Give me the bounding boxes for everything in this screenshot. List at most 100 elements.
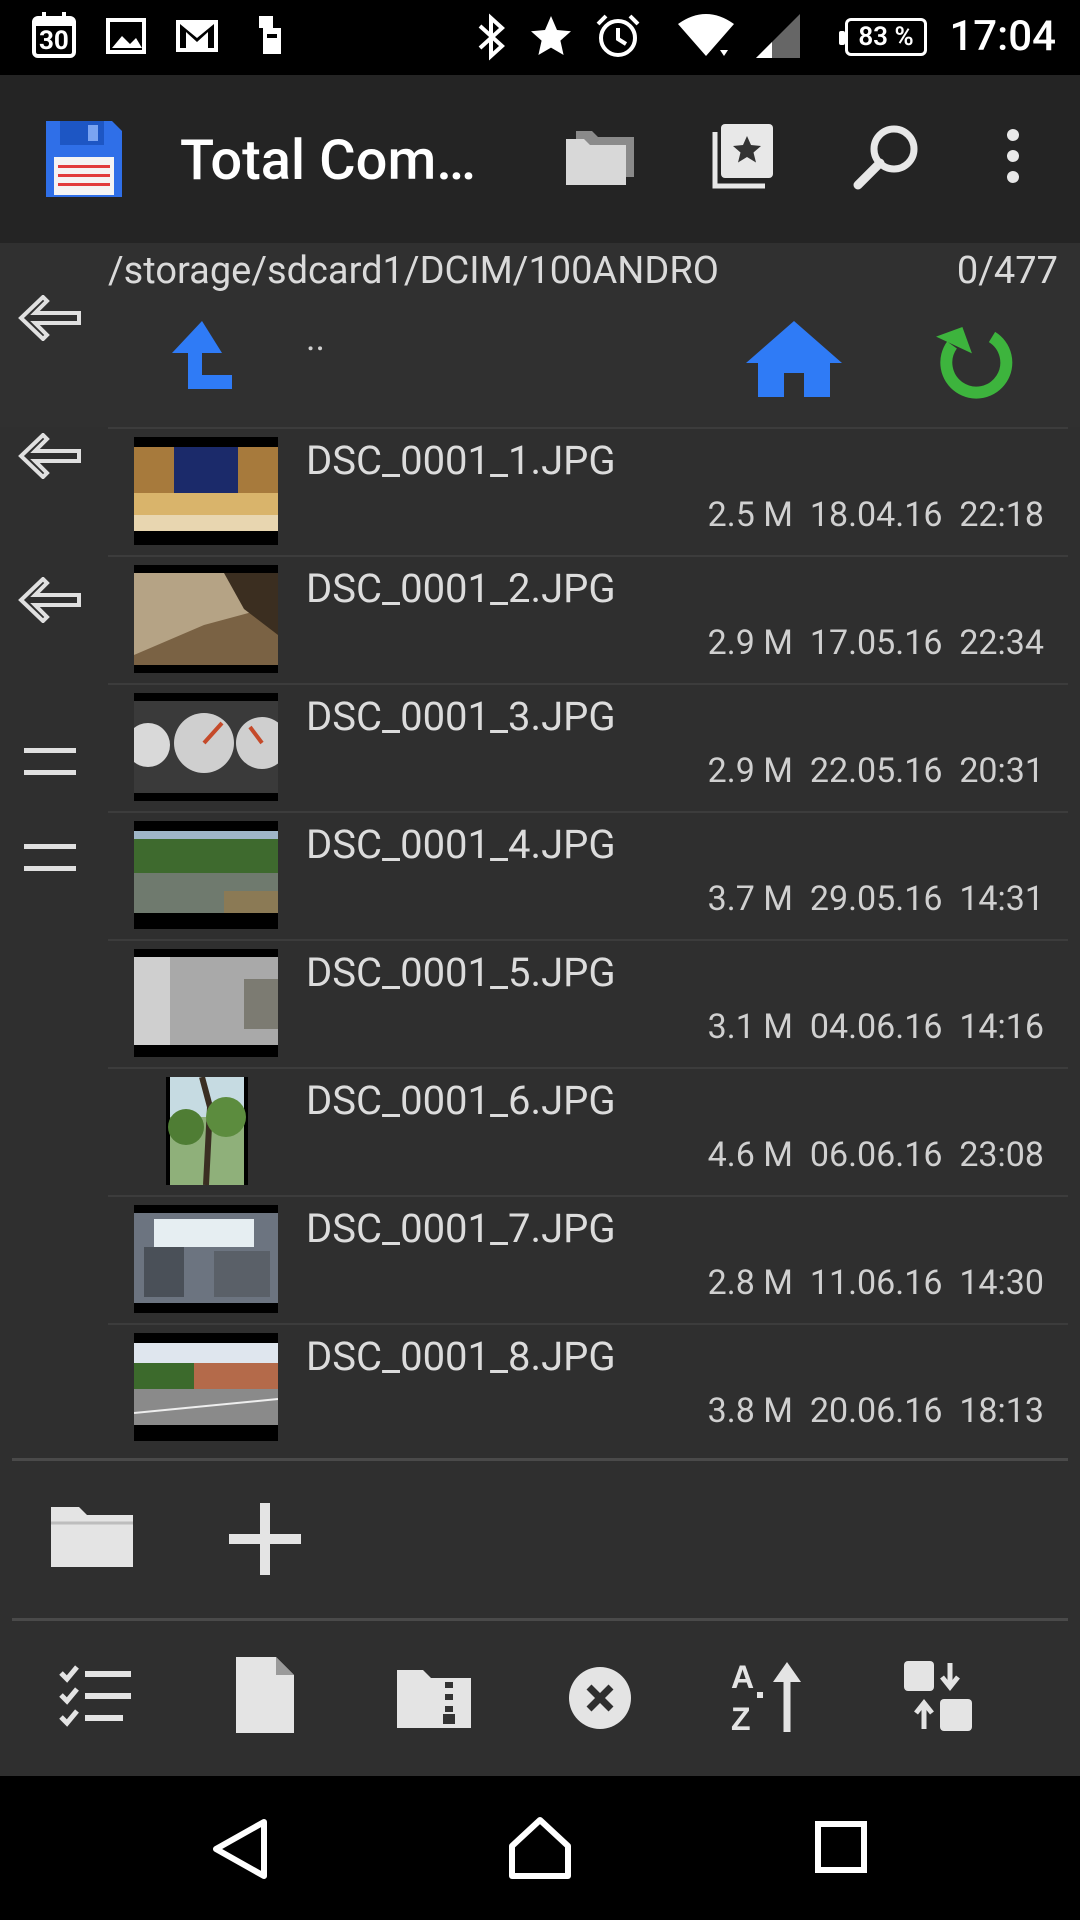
file-date: 22.05.16 (809, 751, 943, 791)
file-date: 29.05.16 (809, 879, 943, 919)
file-row[interactable]: DSC_0001_8.JPG 3.8 M 20.06.16 18:13 (108, 1323, 1068, 1451)
file-name: DSC_0001_6.JPG (306, 1077, 616, 1124)
more-vert-icon (1003, 129, 1023, 187)
zip-icon (395, 1666, 473, 1734)
bookmarks-button[interactable] (697, 113, 787, 203)
file-time: 22:34 (959, 623, 1044, 663)
file-row[interactable]: DSC_0001_5.JPG 3.1 M 04.06.16 14:16 (108, 939, 1068, 1067)
more-options-button[interactable] (968, 113, 1058, 203)
back-triangle-icon (210, 1819, 270, 1884)
home-outline-icon (508, 1817, 572, 1884)
file-row[interactable]: DSC_0001_1.JPG 2.5 M 18.04.16 22:18 (108, 427, 1068, 555)
star-icon (527, 12, 575, 64)
clock: 17:04 (949, 12, 1056, 61)
swap-panels-button[interactable] (896, 1656, 980, 1740)
sort-button[interactable]: A Z (726, 1656, 810, 1740)
file-size: 2.9 M (707, 623, 793, 663)
file-thumbnail (166, 1077, 248, 1185)
current-path[interactable]: /storage/sdcard1/DCIM/100ANDRO (108, 249, 719, 293)
svg-text:Z: Z (731, 1701, 751, 1734)
calendar-icon: 30 (32, 12, 76, 62)
back-arrow-button-3[interactable] (0, 572, 100, 632)
file-time: 14:31 (959, 879, 1044, 919)
refresh-icon (934, 327, 1016, 403)
file-size: 4.6 M (707, 1135, 793, 1175)
file-thumbnail (134, 821, 278, 929)
file-thumbnail (134, 437, 278, 545)
file-thumbnail (134, 1333, 278, 1441)
parent-folder-label[interactable]: .. (306, 317, 325, 359)
new-file-button[interactable] (224, 1654, 304, 1740)
file-name: DSC_0001_4.JPG (306, 821, 616, 868)
file-thumbnail (134, 565, 278, 673)
file-size: 3.1 M (707, 1007, 793, 1047)
file-date: 20.06.16 (809, 1391, 943, 1431)
new-folder-button[interactable] (44, 1496, 140, 1576)
file-date: 11.06.16 (809, 1263, 943, 1303)
file-name: DSC_0001_1.JPG (306, 437, 616, 484)
recents-nav-button[interactable] (814, 1820, 868, 1878)
file-time: 18:13 (959, 1391, 1044, 1431)
file-time: 22:18 (959, 495, 1044, 535)
file-time: 20:31 (959, 751, 1044, 791)
file-meta: 3.1 M 04.06.16 14:16 (708, 1007, 1044, 1047)
back-arrow-icon (17, 576, 83, 627)
file-date: 04.06.16 (809, 1007, 943, 1047)
sort-icon: A Z (729, 1658, 807, 1738)
zip-button[interactable] (392, 1660, 476, 1740)
add-button[interactable] (220, 1496, 310, 1586)
app-logo-icon[interactable] (42, 117, 126, 205)
delete-button[interactable] (560, 1660, 640, 1740)
file-time: 23:08 (959, 1135, 1044, 1175)
plus-icon (227, 1501, 303, 1581)
back-arrow-icon (17, 432, 83, 483)
file-meta: 2.9 M 22.05.16 20:31 (708, 751, 1044, 791)
refresh-button[interactable] (934, 317, 1016, 403)
search-icon (852, 121, 922, 195)
file-name: DSC_0001_5.JPG (306, 949, 616, 996)
file-row[interactable]: DSC_0001_7.JPG 2.8 M 11.06.16 14:30 (108, 1195, 1068, 1323)
back-nav-button[interactable] (210, 1818, 270, 1884)
folder-icon (49, 1499, 135, 1573)
search-button[interactable] (842, 113, 932, 203)
file-time: 14:16 (959, 1007, 1044, 1047)
alarm-icon (594, 12, 642, 64)
drag-handle-icon (22, 742, 78, 786)
drag-handle-1[interactable] (0, 734, 100, 794)
file-thumbnail (134, 693, 278, 801)
file-name: DSC_0001_2.JPG (306, 565, 616, 612)
drag-handle-2[interactable] (0, 830, 100, 890)
signal-icon (754, 12, 802, 64)
usb-debug-icon (255, 12, 285, 62)
file-row[interactable]: DSC_0001_4.JPG 3.7 M 29.05.16 14:31 (108, 811, 1068, 939)
folders-button[interactable] (555, 113, 645, 203)
file-meta: 2.9 M 17.05.16 22:34 (708, 623, 1044, 663)
system-nav-bar (0, 1776, 1080, 1920)
select-button[interactable] (56, 1658, 136, 1738)
file-size: 2.9 M (707, 751, 793, 791)
file-name: DSC_0001_7.JPG (306, 1205, 616, 1252)
file-size: 2.5 M (707, 495, 793, 535)
file-meta: 4.6 M 06.06.16 23:08 (708, 1135, 1044, 1175)
file-name: DSC_0001_3.JPG (306, 693, 616, 740)
file-row[interactable]: DSC_0001_6.JPG 4.6 M 06.06.16 23:08 (108, 1067, 1068, 1195)
swap-panels-icon (902, 1659, 974, 1737)
select-icon (59, 1663, 133, 1733)
home-nav-button[interactable] (508, 1816, 572, 1884)
home-button[interactable] (744, 319, 844, 403)
up-folder-icon (166, 321, 236, 397)
parent-folder-button[interactable] (166, 317, 236, 397)
file-name: DSC_0001_8.JPG (306, 1333, 616, 1380)
file-thumbnail (134, 949, 278, 1057)
calendar-day: 30 (39, 26, 69, 56)
back-arrow-button-1[interactable] (0, 290, 100, 350)
file-meta: 3.8 M 20.06.16 18:13 (708, 1391, 1044, 1431)
file-size: 2.8 M (707, 1263, 793, 1303)
file-list: DSC_0001_1.JPG 2.5 M 18.04.16 22:18 DSC_… (108, 427, 1068, 1451)
back-arrow-button-2[interactable] (0, 428, 100, 488)
file-size: 3.8 M (707, 1391, 793, 1431)
status-bar: 30 83 % 17:04 (0, 0, 1080, 75)
file-row[interactable]: DSC_0001_2.JPG 2.9 M 17.05.16 22:34 (108, 555, 1068, 683)
file-row[interactable]: DSC_0001_3.JPG 2.9 M 22.05.16 20:31 (108, 683, 1068, 811)
home-icon (744, 321, 844, 403)
